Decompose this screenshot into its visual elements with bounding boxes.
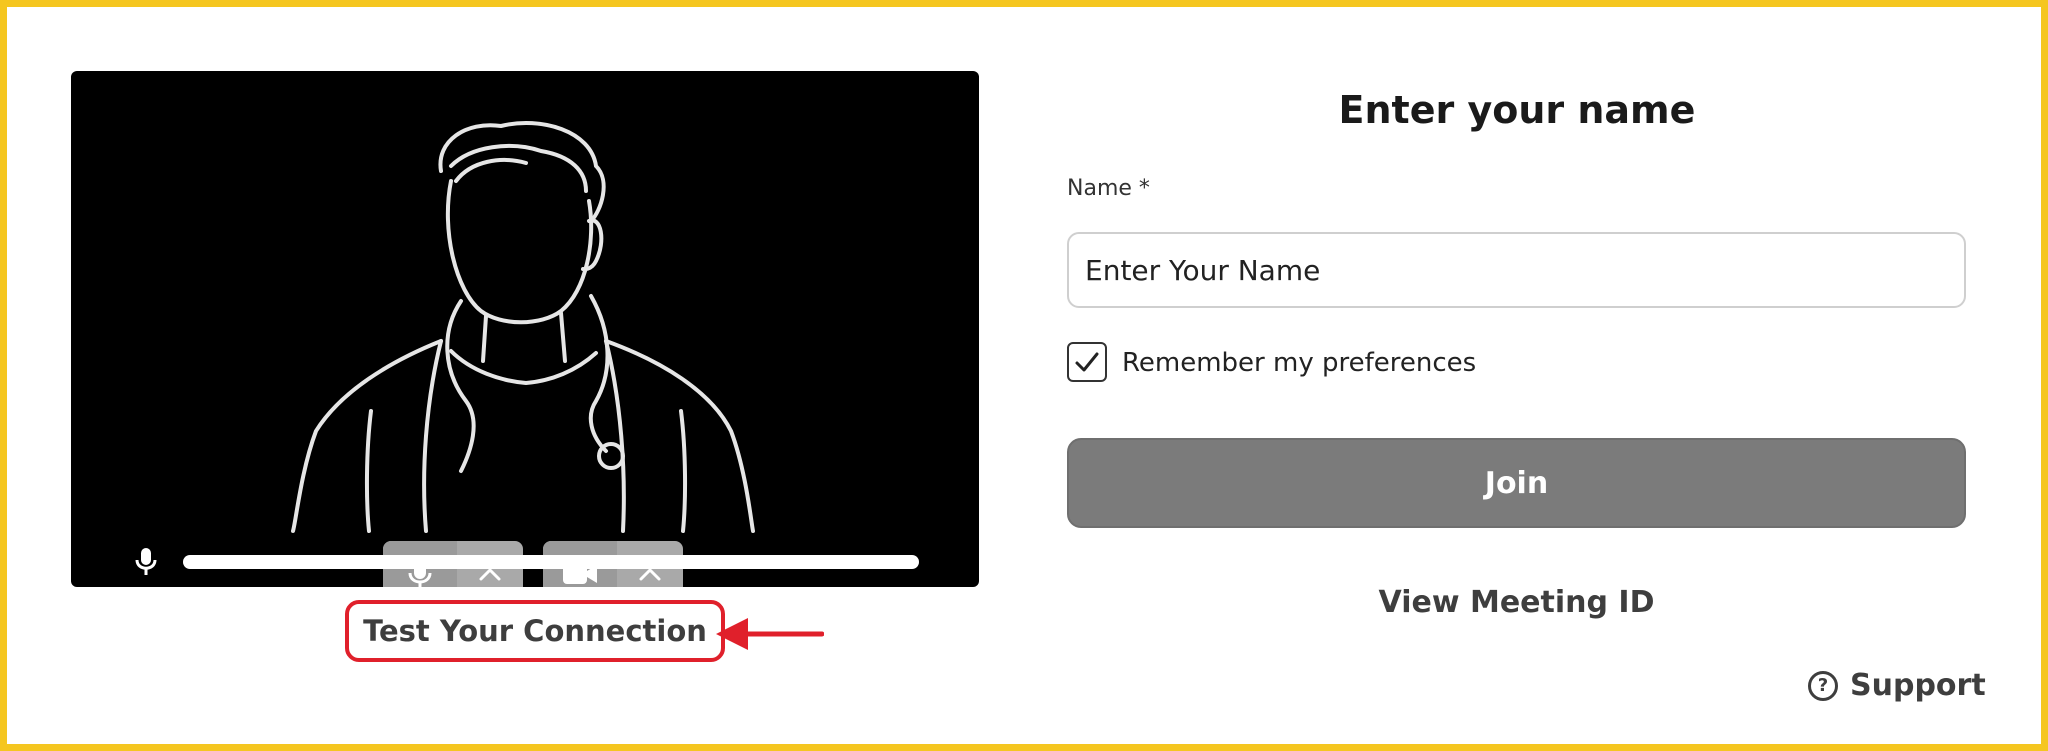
page-title: Enter your name bbox=[1338, 88, 1696, 132]
remember-preferences-label[interactable]: Remember my preferences bbox=[1122, 348, 1476, 378]
view-meeting-id-link[interactable]: View Meeting ID bbox=[1067, 585, 1966, 620]
join-button[interactable]: Join bbox=[1067, 438, 1966, 528]
microphone-level-meter bbox=[183, 555, 919, 569]
support-button[interactable]: ? Support bbox=[1808, 668, 1986, 703]
doctor-silhouette-image bbox=[291, 121, 755, 533]
video-preview bbox=[71, 71, 979, 587]
name-input[interactable] bbox=[1067, 232, 1966, 308]
microphone-level-icon bbox=[135, 548, 157, 575]
name-field-label: Name * bbox=[1067, 176, 1150, 201]
annotation-arrow-icon bbox=[716, 618, 824, 650]
checkmark-icon bbox=[1075, 352, 1099, 372]
support-label: Support bbox=[1850, 668, 1986, 703]
remember-preferences-checkbox[interactable] bbox=[1067, 342, 1107, 382]
test-connection-link[interactable]: Test Your Connection bbox=[345, 600, 725, 662]
question-circle-icon: ? bbox=[1808, 670, 1838, 701]
